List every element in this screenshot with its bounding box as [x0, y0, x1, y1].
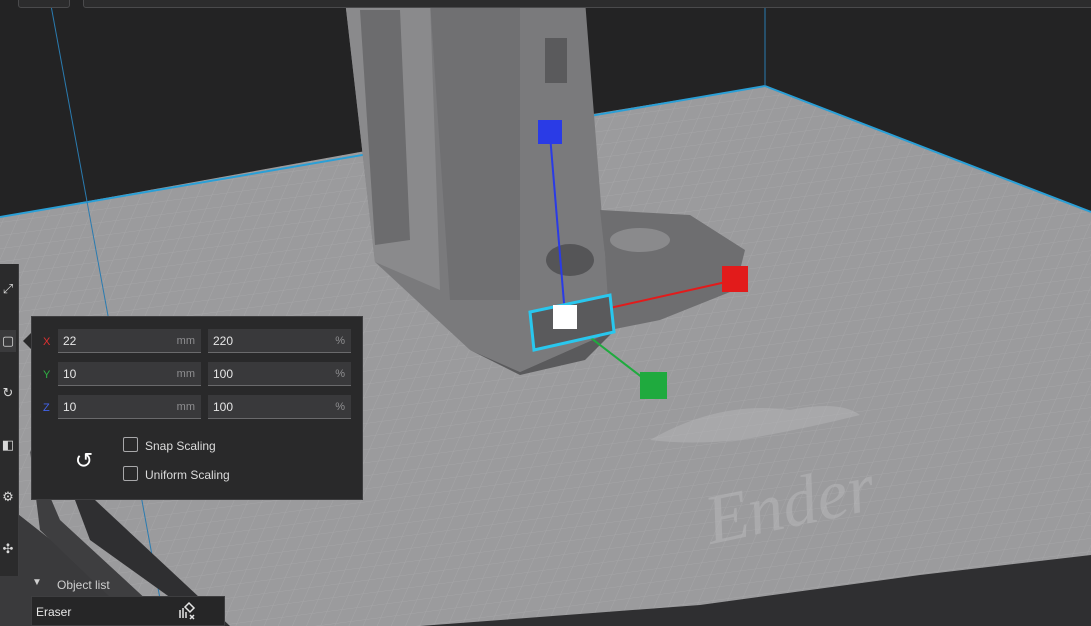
chevron-down-icon: ▼ [32, 577, 42, 588]
axis-z-label: Z [43, 402, 50, 414]
uniform-scaling-checkbox[interactable] [123, 466, 138, 481]
reset-rotate-icon: ↺ [74, 448, 94, 473]
y-axis-handle[interactable] [640, 372, 667, 399]
object-name: Eraser [36, 605, 72, 619]
move-tool-icon[interactable]: ⤢ [0, 278, 16, 300]
mirror-tool-icon[interactable]: ◧ [0, 434, 16, 456]
axis-x-label: X [43, 336, 51, 348]
z-percent-input[interactable]: 100% [208, 395, 351, 419]
support-blocker-tool-icon[interactable]: ✣ [0, 538, 16, 560]
uniform-handle[interactable] [553, 305, 577, 329]
object-list-item[interactable]: Eraser [31, 596, 225, 626]
scale-panel: X 22 mm 220% Y 10 mm 100% Z 10 mm 100% ↺ Sn… [23, 316, 363, 500]
support-blocker-icon [179, 601, 196, 620]
per-model-settings-icon[interactable]: ⚙ [0, 486, 16, 508]
object-list-toggle[interactable]: ▼ Object list [28, 576, 228, 594]
axis-y-label: Y [43, 369, 51, 381]
snap-scaling-label: Snap Scaling [145, 439, 216, 453]
top-print-setup[interactable] [83, 0, 1091, 8]
snap-scaling-checkbox[interactable] [123, 437, 138, 452]
rotate-tool-icon[interactable]: ↻ [0, 382, 16, 404]
x-mm-input[interactable]: 22 mm [58, 329, 201, 353]
x-axis-handle[interactable] [722, 266, 748, 292]
y-mm-input[interactable]: 10 mm [58, 362, 201, 386]
reset-scale-button[interactable]: ↺ [70, 447, 98, 475]
object-list-title: Object list [57, 578, 110, 592]
left-toolbar: ⤢ ▢ ↻ ◧ ⚙ ✣ [0, 264, 19, 576]
x-percent-input[interactable]: 220% [208, 329, 351, 353]
top-stage-menu[interactable] [18, 0, 70, 8]
z-mm-input[interactable]: 10 mm [58, 395, 201, 419]
z-axis-handle[interactable] [538, 120, 562, 144]
y-percent-input[interactable]: 100% [208, 362, 351, 386]
3d-viewport[interactable]: Ender [0, 0, 1091, 626]
uniform-scaling-label: Uniform Scaling [145, 468, 230, 482]
scale-tool-icon[interactable]: ▢ [0, 330, 16, 352]
